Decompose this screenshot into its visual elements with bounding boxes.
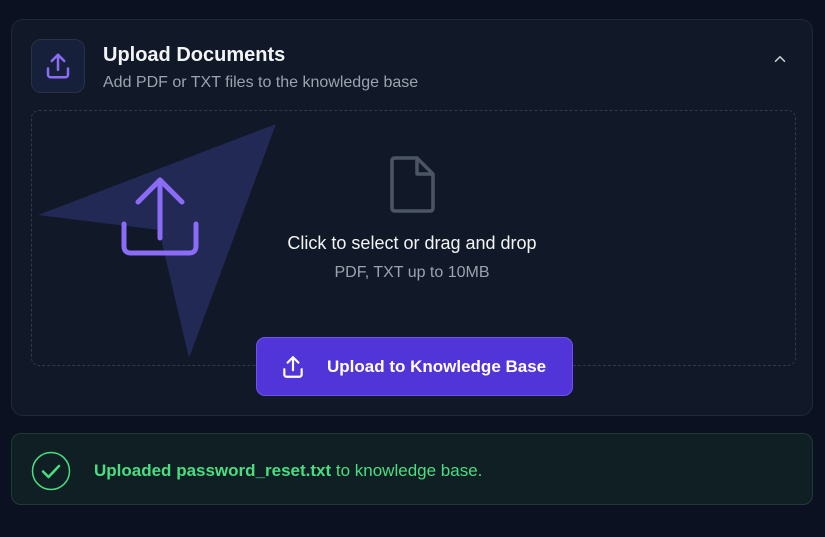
status-prefix: Uploaded xyxy=(94,461,172,480)
status-suffix: to knowledge base. xyxy=(335,461,483,480)
upload-success-message: Uploaded password_reset.txt to knowledge… xyxy=(11,433,813,505)
upload-to-knowledge-base-button[interactable]: Upload to Knowledge Base xyxy=(256,337,573,396)
check-circle-icon xyxy=(31,451,71,491)
dropzone-hint: PDF, TXT up to 10MB xyxy=(334,264,490,281)
dropzone-title: Click to select or drag and drop xyxy=(287,233,537,253)
upload-icon xyxy=(283,356,303,378)
upload-documents-panel: Upload Documents Add PDF or TXT files to… xyxy=(11,19,813,416)
upload-button-label: Upload to Knowledge Base xyxy=(327,357,547,376)
success-text: Uploaded password_reset.txt to knowledge… xyxy=(94,461,482,481)
uploaded-filename: password_reset.txt xyxy=(176,461,332,480)
file-icon xyxy=(390,156,435,213)
